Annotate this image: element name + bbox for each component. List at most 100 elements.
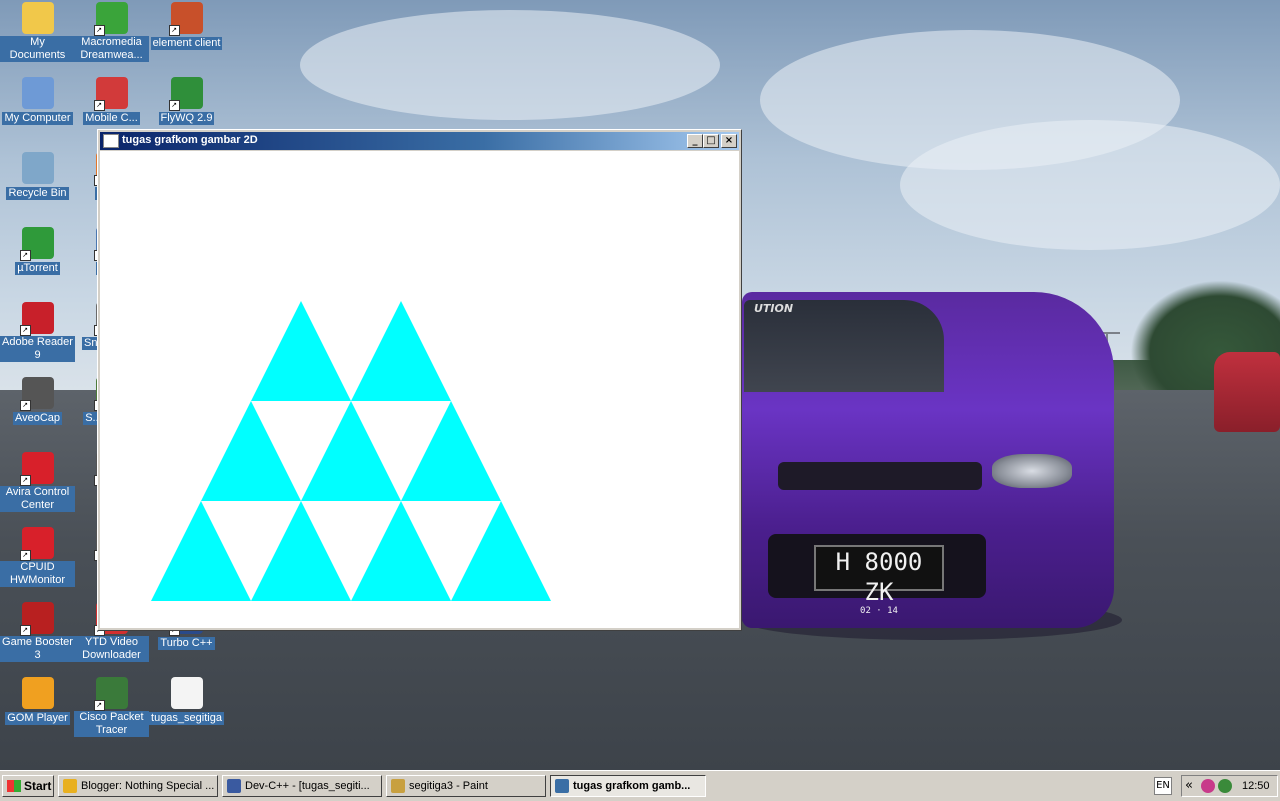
desktop-icon[interactable]: ↗ µTorrent — [0, 227, 75, 275]
window-icon — [103, 134, 119, 148]
taskbar-button[interactable]: segitiga3 - Paint — [386, 775, 546, 797]
window-titlebar[interactable]: tugas grafkom gambar 2D _ □ × — [100, 132, 739, 150]
cyan-triangle — [301, 401, 401, 501]
window-icon — [555, 779, 569, 793]
windshield-banner: UTION — [754, 302, 794, 315]
desktop-icon-label: Adobe Reader 9 — [0, 336, 75, 362]
desktop-icon[interactable]: ↗ Avira Control Center — [0, 452, 75, 512]
car-grille — [778, 462, 982, 490]
taskbar-button-label: segitiga3 - Paint — [409, 780, 488, 792]
triangle-drawing — [151, 301, 551, 601]
taskbar-button[interactable]: Dev-C++ - [tugas_segiti... — [222, 775, 382, 797]
dreamweaver-icon: ↗ — [93, 2, 128, 36]
car-headlight — [992, 454, 1072, 488]
mobile-icon: ↗ — [93, 77, 128, 111]
clock[interactable]: 12:50 — [1242, 776, 1270, 796]
desktop-icon[interactable]: My Documents — [0, 2, 75, 62]
aveocap-icon: ↗ — [19, 377, 54, 411]
utorrent-icon: ↗ — [19, 227, 54, 261]
app-window[interactable]: tugas grafkom gambar 2D _ □ × — [97, 129, 742, 631]
desktop-icon[interactable]: ↗ Macromedia Dreamwea... — [74, 2, 149, 62]
language-indicator[interactable]: EN — [1154, 777, 1172, 795]
flywq-icon: ↗ — [168, 77, 203, 111]
shortcut-arrow-icon: ↗ — [19, 400, 31, 411]
car-windshield: UTION — [744, 300, 944, 392]
shortcut-arrow-icon: ↗ — [168, 100, 180, 111]
shortcut-arrow-icon: ↗ — [19, 625, 31, 636]
desktop-icon[interactable]: Recycle Bin — [0, 152, 75, 200]
tray-expand-chevron-icon[interactable]: « — [1185, 777, 1193, 795]
desktop-icon-label: My Documents — [0, 36, 75, 62]
tray-app-icon[interactable] — [1201, 779, 1215, 793]
cyan-triangle — [351, 301, 451, 401]
devcpp-icon — [227, 779, 241, 793]
shortcut-arrow-icon: ↗ — [168, 25, 180, 36]
desktop-icon[interactable]: ↗ Game Booster 3 — [0, 602, 75, 662]
desktop-icon-label: Cisco Packet Tracer — [74, 711, 149, 737]
chrome-icon — [63, 779, 77, 793]
avira-icon: ↗ — [19, 452, 54, 486]
desktop-icon-label: GOM Player — [5, 712, 70, 725]
desktop-icon-label: Turbo C++ — [158, 637, 215, 650]
start-button[interactable]: Start — [2, 775, 54, 797]
tray-network-icon[interactable] — [1218, 779, 1232, 793]
wallpaper-cloud — [300, 10, 720, 120]
cyan-triangle — [251, 301, 351, 401]
cyan-triangle — [401, 401, 501, 501]
desktop-icon-label: My Computer — [2, 112, 73, 125]
taskbar-button-label: tugas grafkom gamb... — [573, 780, 691, 792]
cyan-triangle — [351, 501, 451, 601]
desktop-icon-label: FlyWQ 2.9 — [158, 112, 215, 125]
drawing-canvas — [100, 151, 739, 628]
desktop-icon[interactable]: ↗ Adobe Reader 9 — [0, 302, 75, 362]
shortcut-arrow-icon: ↗ — [93, 100, 105, 111]
desktop-icon[interactable]: ↗ FlyWQ 2.9 — [149, 77, 224, 125]
desktop-icon-label: element client — [150, 37, 223, 50]
desktop-icon[interactable]: ↗ Mobile C... — [74, 77, 149, 125]
desktop-icon[interactable]: My Computer — [0, 77, 75, 125]
shortcut-arrow-icon: ↗ — [19, 250, 31, 261]
recycle-bin-icon — [21, 152, 54, 184]
shortcut-arrow-icon: ↗ — [93, 25, 105, 36]
packet-tracer-icon: ↗ — [93, 677, 128, 711]
desktop-icon-label: Avira Control Center — [0, 486, 75, 512]
taskbar-button[interactable]: tugas grafkom gamb... — [550, 775, 706, 797]
computer-icon — [21, 77, 54, 109]
taskbar: Start Blogger: Nothing Special ... Dev-C+… — [0, 770, 1280, 801]
desktop-icon[interactable]: ↗ CPUID HWMonitor — [0, 527, 75, 587]
desktop-icon[interactable]: tugas_segitiga — [149, 677, 224, 725]
license-plate: H 8000 ZK 02 · 14 — [814, 545, 944, 616]
desktop-icon-label: AveoCap — [12, 412, 63, 425]
element-client-icon: ↗ — [168, 2, 203, 36]
taskbar-button[interactable]: Blogger: Nothing Special ... — [58, 775, 218, 797]
wallpaper-red-car — [1214, 352, 1280, 432]
wallpaper-cloud — [900, 120, 1280, 250]
desktop-icon[interactable]: ↗ AveoCap — [0, 377, 75, 425]
maximize-button[interactable]: □ — [703, 134, 719, 148]
shortcut-arrow-icon: ↗ — [19, 550, 31, 561]
window-title: tugas grafkom gambar 2D — [122, 134, 258, 146]
desktop-icon-label: µTorrent — [15, 262, 60, 275]
gom-player-icon — [21, 677, 54, 709]
desktop-icon[interactable]: GOM Player — [0, 677, 75, 725]
cyan-triangle — [451, 501, 551, 601]
close-button[interactable]: × — [721, 134, 737, 148]
cyan-triangle — [201, 401, 301, 501]
windows-logo-icon — [7, 780, 21, 792]
desktop-icon[interactable]: ↗ element client — [149, 2, 224, 50]
desktop-icon-label: Macromedia Dreamwea... — [74, 36, 149, 62]
shortcut-arrow-icon: ↗ — [93, 700, 105, 711]
taskbar-button-label: Dev-C++ - [tugas_segiti... — [245, 780, 370, 792]
folder-documents-icon — [21, 2, 54, 34]
desktop-icon-label: Recycle Bin — [6, 187, 69, 200]
paint-icon — [391, 779, 405, 793]
shortcut-arrow-icon: ↗ — [19, 475, 31, 486]
desktop-icon-label: Game Booster 3 — [0, 636, 75, 662]
cyan-triangle — [151, 501, 251, 601]
license-plate-expiry: 02 · 14 — [860, 606, 898, 616]
cyan-triangle — [251, 501, 351, 601]
desktop-icon-label: CPUID HWMonitor — [0, 561, 75, 587]
minimize-button[interactable]: _ — [687, 134, 703, 148]
desktop-icon[interactable]: ↗ Cisco Packet Tracer — [74, 677, 149, 737]
license-plate-number: H 8000 ZK — [835, 548, 923, 606]
